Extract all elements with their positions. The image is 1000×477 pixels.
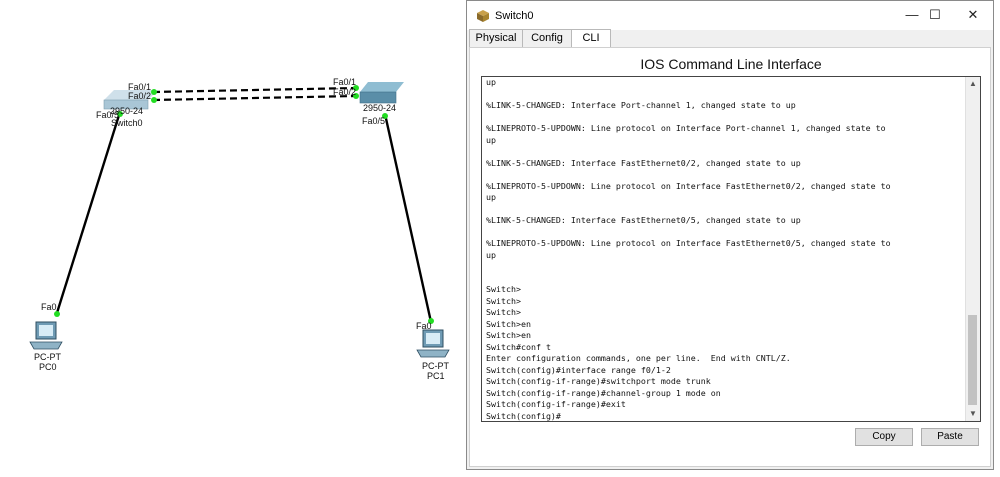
console-line: Switch(config)#interface range f0/1-2 [486,364,671,375]
console-line: Switch>en [486,318,531,329]
cable-switch1-pc1[interactable] [383,113,433,323]
switch1-port-fa01-label: Fa0/1 [333,77,357,87]
switch1-model-label: 2950-24 [363,103,397,113]
cli-heading: IOS Command Line Interface [640,56,822,72]
pc1-port-label: Fa0 [416,321,432,331]
switch0-port-fa02-label: Fa0/2 [128,91,152,101]
console-line: Switch>en [486,330,531,340]
close-icon[interactable]: ✕ [962,5,984,25]
switch0-window: Switch0 — ☐ ✕ Physical Config CLI IOS Co… [466,0,994,470]
link-light [151,97,157,103]
etherchannel-link-2[interactable] [152,94,357,102]
console-scrollbar[interactable]: ▲ ▼ [965,77,980,421]
console-line: up [486,192,496,202]
console-line: Switch> [486,307,521,317]
switch1-port-fa05-label: Fa0/5 [362,116,386,126]
console-line: Switch(config-if-range)#channel-group 1 … [486,387,721,398]
topology-canvas[interactable]: Fa0/1 Fa0/2 2950-24 Fa0/5 Switch0 Fa0/1 … [0,0,462,477]
pc1-name-label: PC1 [427,371,445,381]
console-line: Enter configuration commands, one per li… [486,353,791,363]
console-line: Switch(config)# [486,410,561,421]
console-line: up [486,134,496,145]
etherchannel-link-1[interactable] [152,86,357,94]
console-line: up [486,249,496,260]
pc1-type-label: PC-PT [422,361,449,371]
minimize-icon[interactable]: — [901,5,923,25]
console-output[interactable]: up %LINK-5-CHANGED: Interface Port-channe… [486,77,962,421]
pc0-device[interactable] [29,321,63,350]
console-line: Switch(config-if-range)#exit [486,399,626,409]
link-light [151,89,157,95]
console-line: %LINK-5-CHANGED: Interface Port-channel … [486,100,796,110]
scroll-thumb[interactable] [968,315,977,405]
scroll-down-icon[interactable]: ▼ [966,407,980,421]
console-line: %LINEPROTO-5-UPDOWN: Line protocol on In… [486,123,886,133]
cli-console[interactable]: up %LINK-5-CHANGED: Interface Port-channe… [481,76,981,422]
console-line: Switch(config-if-range)#switchport mode … [486,376,711,386]
pc1-device[interactable] [416,329,450,358]
tab-config[interactable]: Config [522,29,572,47]
copy-button[interactable]: Copy [855,428,913,446]
pc0-type-label: PC-PT [34,352,61,362]
console-line: %LINEPROTO-5-UPDOWN: Line protocol on In… [486,180,891,191]
cable-switch0-pc0[interactable] [54,111,122,317]
topology-drawing [29,82,450,358]
console-line: %LINEPROTO-5-UPDOWN: Line protocol on In… [486,238,891,248]
paste-button[interactable]: Paste [921,428,979,446]
console-line: up [486,77,496,87]
tab-physical[interactable]: Physical [469,29,523,47]
console-line: Switch> [486,295,521,306]
tab-cli[interactable]: CLI [571,29,611,48]
pc0-name-label: PC0 [39,362,57,372]
pc0-port-label: Fa0 [41,302,57,312]
switch1-port-fa02-label: Fa0/2 [333,87,357,97]
switch1-device[interactable] [359,82,404,104]
console-line: Switch#conf t [486,341,551,352]
switch0-name-label: Switch0 [111,118,143,128]
maximize-icon[interactable]: ☐ [924,5,946,25]
window-title: Switch0 [495,10,534,22]
app-icon [477,10,489,22]
cli-panel: IOS Command Line Interface up %LINK-5-CHA… [469,47,991,467]
console-line: %LINK-5-CHANGED: Interface FastEthernet0… [486,157,801,168]
title-bar[interactable]: Switch0 — ☐ ✕ [467,1,993,30]
console-line: %LINK-5-CHANGED: Interface FastEthernet0… [486,215,801,225]
scroll-up-icon[interactable]: ▲ [966,77,980,91]
console-line: Switch> [486,284,521,294]
